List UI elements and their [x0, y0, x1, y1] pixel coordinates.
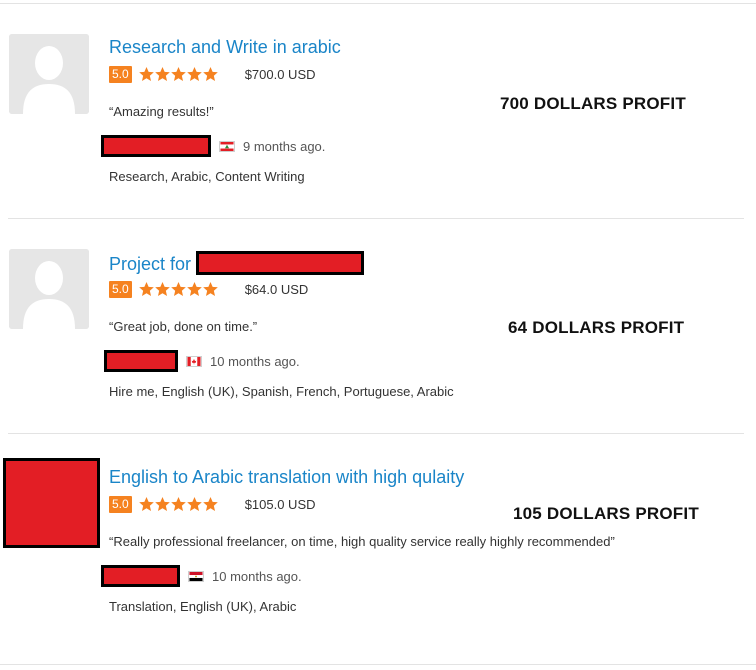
star-icon	[202, 282, 218, 296]
rating-score-badge: 5.0	[109, 280, 132, 298]
star-icon	[186, 67, 202, 81]
star-icon	[170, 497, 186, 511]
profit-annotation: 700 DOLLARS PROFIT	[500, 94, 686, 113]
skills-list: Translation, English (UK), Arabic	[109, 599, 297, 614]
reviewer-row: 10 months ago.	[101, 348, 300, 374]
divider	[8, 218, 744, 219]
star-icon	[138, 497, 154, 511]
profit-annotation: 64 DOLLARS PROFIT	[508, 318, 685, 337]
star-icon	[170, 67, 186, 81]
star-icon	[170, 282, 186, 296]
star-rating	[138, 282, 218, 296]
project-amount: $700.0 USD	[244, 66, 316, 82]
rating-row: 5.0 $700.0 USD	[109, 64, 316, 84]
rating-score-badge: 5.0	[109, 495, 132, 513]
review-comment: “Really professional freelancer, on time…	[109, 534, 615, 549]
review-item: Research and Write in arabic 5.0 $700.0 …	[0, 20, 756, 220]
star-icon	[186, 282, 202, 296]
divider	[0, 3, 756, 4]
rating-row: 5.0 $105.0 USD	[109, 494, 316, 514]
star-icon	[154, 497, 170, 511]
review-time: 10 months ago.	[210, 353, 300, 369]
skills-list: Hire me, English (UK), Spanish, French, …	[109, 384, 454, 399]
redacted-username	[101, 135, 211, 157]
review-title-link[interactable]: Research and Write in arabic	[109, 36, 341, 58]
star-icon	[138, 282, 154, 296]
avatar[interactable]	[9, 249, 89, 329]
review-title-link[interactable]: Project for	[109, 251, 365, 275]
avatar[interactable]	[9, 34, 89, 114]
star-icon	[186, 497, 202, 511]
divider	[0, 664, 756, 665]
star-icon	[138, 67, 154, 81]
project-amount: $105.0 USD	[244, 496, 316, 512]
reviewer-row: 9 months ago.	[101, 133, 325, 159]
rating-score-badge: 5.0	[109, 65, 132, 83]
star-icon	[154, 67, 170, 81]
review-title-link[interactable]: English to Arabic translation with high …	[109, 466, 464, 488]
project-amount: $64.0 USD	[244, 281, 309, 297]
canada-flag-icon	[186, 355, 202, 367]
egypt-flag-icon	[188, 570, 204, 582]
default-user-icon	[9, 249, 89, 329]
review-item: Project for 5.0 $64.0 USD “Great job, do…	[0, 235, 756, 435]
lebanon-flag-icon	[219, 140, 235, 152]
star-icon	[202, 67, 218, 81]
redacted-avatar[interactable]	[3, 458, 100, 548]
review-title-text: Project for	[109, 254, 192, 274]
reviewer-row: 10 months ago.	[101, 563, 302, 589]
review-item: English to Arabic translation with high …	[0, 450, 756, 650]
star-rating	[138, 67, 218, 81]
redacted-username	[101, 565, 180, 587]
profit-annotation: 105 DOLLARS PROFIT	[513, 504, 699, 523]
redacted-client-name	[196, 251, 365, 275]
divider	[8, 433, 744, 434]
skills-list: Research, Arabic, Content Writing	[109, 169, 305, 184]
star-rating	[138, 497, 218, 511]
review-comment: “Amazing results!”	[109, 104, 214, 119]
review-time: 9 months ago.	[243, 138, 326, 154]
review-comment: “Great job, done on time.”	[109, 319, 258, 334]
rating-row: 5.0 $64.0 USD	[109, 279, 308, 299]
review-time: 10 months ago.	[212, 568, 302, 584]
default-user-icon	[9, 34, 89, 114]
star-icon	[154, 282, 170, 296]
star-icon	[202, 497, 218, 511]
redacted-username	[104, 350, 178, 372]
